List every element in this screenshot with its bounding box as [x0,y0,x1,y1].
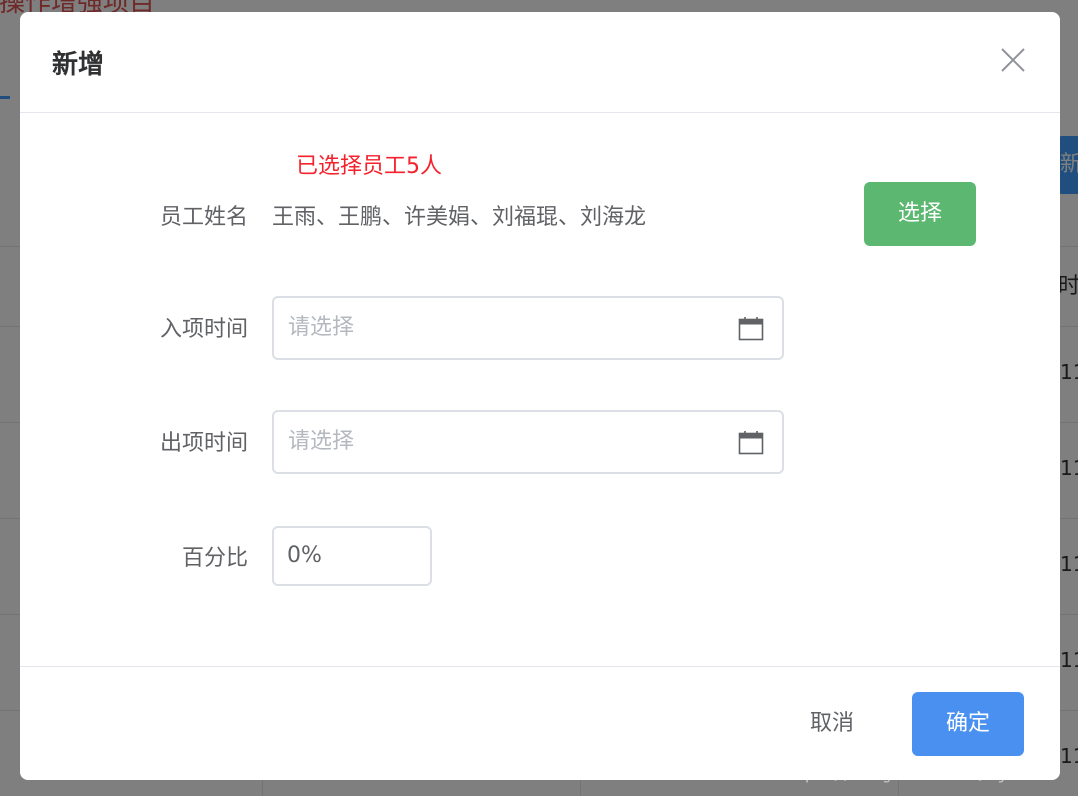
dialog-footer-divider [20,666,1060,667]
leave-date-picker[interactable]: 请选择 [272,410,784,474]
leave-date-placeholder: 请选择 [288,429,355,454]
add-dialog: 新增 已选择员工5人 员工姓名 王雨、王鹏、许美娟、刘福琨、刘海龙 选择 入项时… [20,12,1060,780]
percentage-input[interactable]: 0% [272,526,432,586]
calendar-icon [738,317,764,341]
employee-name-label: 员工姓名 [159,205,248,230]
dialog-title: 新增 [52,50,105,80]
leave-date-label: 出项时间 [159,431,248,456]
dialog-header: 新增 [20,12,1060,113]
selected-employees-hint: 已选择员工5人 [296,154,442,179]
percentage-label: 百分比 [181,546,248,571]
join-date-placeholder: 请选择 [288,315,355,340]
select-employee-button[interactable]: 选择 [864,182,976,246]
employee-names-value: 王雨、王鹏、许美娟、刘福琨、刘海龙 [272,205,647,230]
join-date-label: 入项时间 [159,317,248,342]
close-button[interactable] [998,45,1028,75]
close-icon [1001,48,1025,72]
watermark: https://blog.csdn.net/wjl224 [776,764,1046,783]
calendar-icon [738,431,764,455]
cancel-button[interactable]: 取消 [780,692,884,756]
confirm-button[interactable]: 确定 [912,692,1024,756]
join-date-picker[interactable]: 请选择 [272,296,784,360]
